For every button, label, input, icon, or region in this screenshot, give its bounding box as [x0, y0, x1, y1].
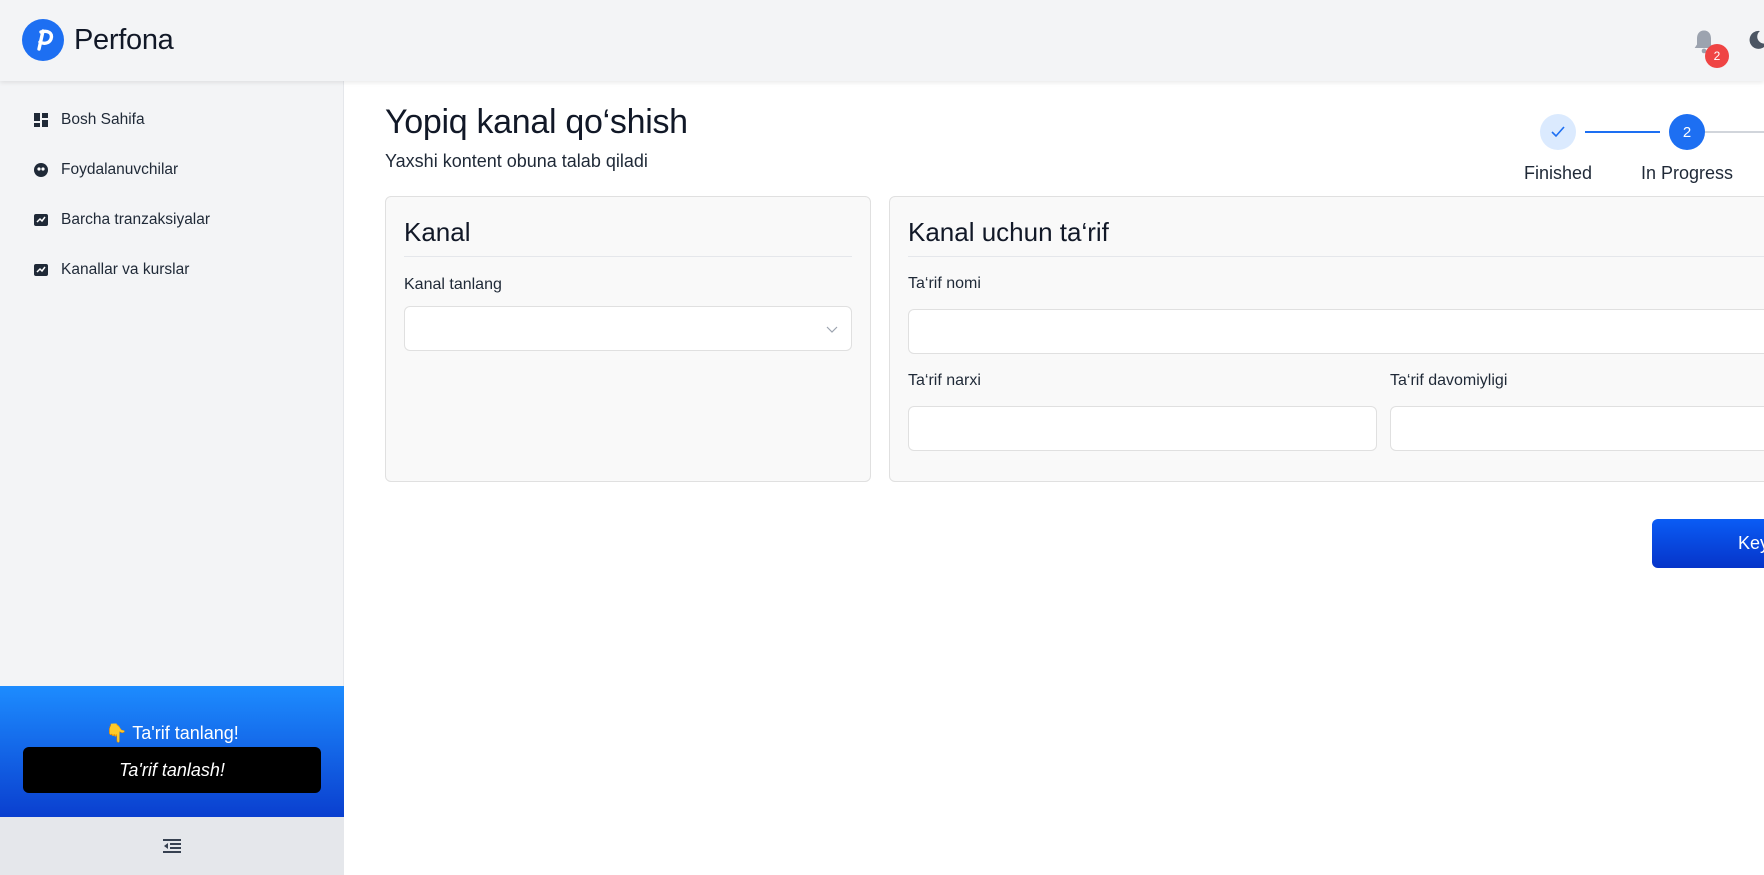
transactions-icon: [34, 214, 48, 226]
check-icon: [1551, 126, 1565, 138]
moon-icon[interactable]: [1746, 28, 1764, 52]
page-title: Yopiq kanal qo‘shish: [385, 103, 688, 141]
sidebar-item-label: Kanallar va kurslar: [61, 261, 190, 278]
tariff-name-input[interactable]: [908, 309, 1764, 354]
field-label: Kanal tanlang: [404, 276, 502, 293]
promo-box: 👇 Ta'rif tanlang! Ta'rif tanlash!: [0, 686, 344, 817]
sidebar-item-users[interactable]: Foydalanuvchilar: [34, 158, 178, 182]
field-label: Ta‘rif davomiyligi: [1390, 372, 1508, 389]
logo[interactable]: Perfona: [22, 19, 174, 61]
chevron-down-icon: [826, 326, 838, 333]
step-finished: [1540, 114, 1576, 150]
brand-name: Perfona: [74, 23, 174, 56]
channels-icon: [34, 264, 48, 276]
sidebar-item-label: Bosh Sahifa: [61, 111, 145, 128]
page-subtitle: Yaxshi kontent obuna talab qiladi: [385, 151, 648, 171]
channel-select[interactable]: [404, 306, 852, 351]
promo-text: 👇 Ta'rif tanlang!: [105, 723, 239, 743]
field-label: Ta‘rif narxi: [908, 372, 981, 389]
notification-badge: 2: [1705, 44, 1729, 68]
step-label: In Progress: [1640, 163, 1734, 183]
sidebar-item-transactions[interactable]: Barcha tranzaksiyalar: [34, 208, 210, 232]
sidebar: Bosh Sahifa Foydalanuvchilar Barcha tran…: [0, 81, 344, 875]
divider: [404, 256, 852, 257]
tariff-duration-input[interactable]: [1390, 406, 1764, 451]
dashboard-icon: [34, 113, 48, 127]
card-title: Kanal: [404, 217, 471, 247]
users-icon: [34, 163, 48, 177]
sidebar-item-home[interactable]: Bosh Sahifa: [34, 108, 145, 132]
stepper-connector: [1585, 131, 1660, 133]
sidebar-item-label: Barcha tranzaksiyalar: [61, 211, 211, 228]
next-button[interactable]: Key: [1652, 519, 1764, 568]
step-in-progress: 2: [1669, 114, 1705, 150]
sidebar-item-channels[interactable]: Kanallar va kurslar: [34, 258, 189, 282]
card-title: Kanal uchun ta‘rif: [908, 217, 1109, 247]
collapse-sidebar-button[interactable]: [0, 817, 344, 875]
channel-card: Kanal Kanal tanlang: [385, 196, 871, 482]
collapse-menu-icon: [163, 839, 181, 853]
tariff-card: Kanal uchun ta‘rif Ta‘rif nomi Ta‘rif na…: [889, 196, 1764, 482]
step-label: Finished: [1523, 163, 1593, 183]
sidebar-item-label: Foydalanuvchilar: [61, 161, 179, 178]
field-label: Ta‘rif nomi: [908, 275, 981, 292]
divider: [908, 256, 1764, 257]
choose-tariff-button[interactable]: Ta'rif tanlash!: [23, 747, 321, 793]
tariff-price-input[interactable]: [908, 406, 1377, 451]
logo-icon: [22, 19, 64, 61]
top-header: Perfona 2: [0, 0, 1764, 81]
stepper-connector: [1705, 131, 1764, 133]
